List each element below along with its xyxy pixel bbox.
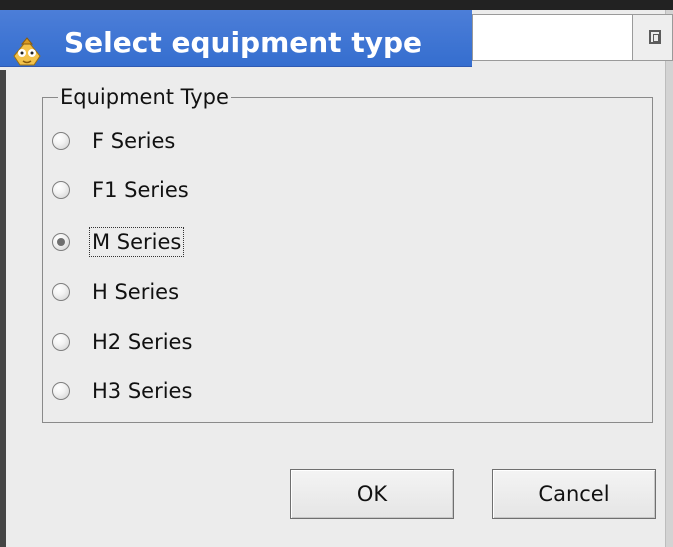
- radio-label[interactable]: F1 Series: [92, 178, 189, 202]
- radio-button[interactable]: [52, 132, 70, 150]
- radio-button[interactable]: [52, 181, 70, 199]
- radio-button[interactable]: [52, 233, 70, 251]
- cancel-button-label: Cancel: [538, 482, 610, 506]
- left-window-shadow: [0, 70, 6, 547]
- radio-button[interactable]: [52, 382, 70, 400]
- ok-button-label: OK: [356, 482, 388, 506]
- cancel-button[interactable]: Cancel: [492, 469, 656, 519]
- title-bar-input[interactable]: [472, 14, 632, 61]
- window-title: Select equipment type: [64, 26, 422, 59]
- radio-button[interactable]: [52, 283, 70, 301]
- equipment-type-group-label: Equipment Type: [58, 85, 231, 109]
- radio-label[interactable]: H3 Series: [92, 379, 192, 403]
- restore-icon: [649, 30, 661, 44]
- radio-label[interactable]: M Series: [88, 227, 185, 257]
- restore-button[interactable]: [632, 14, 673, 61]
- radio-button[interactable]: [52, 333, 70, 351]
- radio-label[interactable]: H2 Series: [92, 330, 192, 354]
- radio-label[interactable]: H Series: [92, 280, 179, 304]
- radio-selected-dot: [57, 238, 65, 246]
- title-bar[interactable]: Select equipment type: [0, 10, 472, 67]
- window-top-bar: [0, 0, 673, 10]
- ok-button[interactable]: OK: [290, 469, 454, 519]
- app-icon: [13, 37, 41, 66]
- radio-label[interactable]: F Series: [92, 129, 175, 153]
